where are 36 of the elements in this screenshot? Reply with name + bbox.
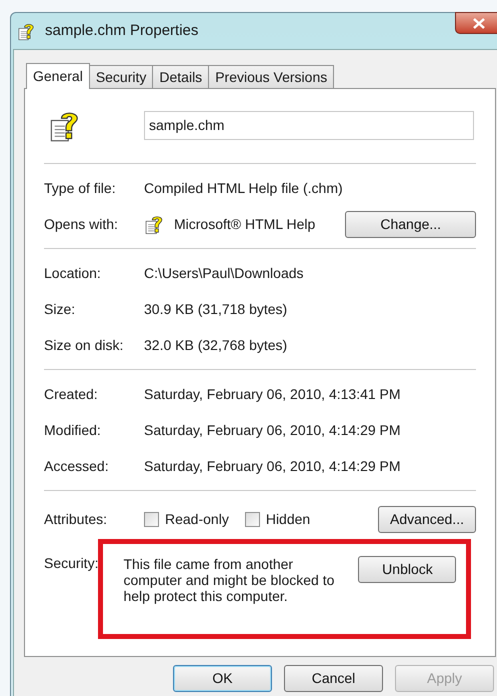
tab[interactable]: Previous Versions [208,65,334,88]
push-button[interactable]: Change... [345,210,476,238]
field-value: 32.0 KB (32,768 bytes) [144,336,288,355]
push-button[interactable]: Unblock [358,556,456,583]
checkbox[interactable] [144,512,159,526]
checkbox-label: Read-only [165,510,229,529]
tab[interactable]: Details [152,65,210,88]
security-message: This file came from another computer and might be blocked to help protect this computer. [123,556,336,604]
tab[interactable]: Security [88,65,154,88]
push-button[interactable]: Advanced... [378,506,476,532]
tab[interactable]: General [26,63,90,89]
field-label: Opens with: [44,214,119,234]
field-label: Security: [44,555,98,571]
push-button[interactable]: Cancel [284,665,383,692]
checkbox[interactable] [244,512,260,526]
checkbox-label: Hidden [266,510,310,528]
close-icon [473,18,485,28]
field-value: Saturday, February 06, 2010, 4:14:29 PM [144,420,401,440]
field-label: Attributes: [44,510,108,528]
field-value: Saturday, February 06, 2010, 4:14:29 PM [144,456,401,476]
field-label: Accessed: [44,456,110,476]
field-value: Compiled HTML Help file (.chm) [144,178,343,198]
field-value: Microsoft® HTML Help [174,214,316,234]
field-label: Type of file: [44,178,117,198]
field-label: Size on disk: [44,336,124,354]
field-label: Created: [44,384,99,404]
field-label: Size: [44,300,76,318]
field-value: C:\Users\Paul\Downloads [144,264,304,282]
close-button[interactable] [455,12,497,34]
push-button[interactable]: OK [173,665,272,692]
field-value: Saturday, February 06, 2010, 4:13:41 PM [144,384,401,404]
window-title: sample.chm Properties [45,20,198,41]
file-name-field[interactable]: sample.chm [144,110,474,140]
field-label: Modified: [44,420,102,440]
field-label: Location: [44,264,102,282]
field-value: 30.9 KB (31,718 bytes) [144,300,288,319]
